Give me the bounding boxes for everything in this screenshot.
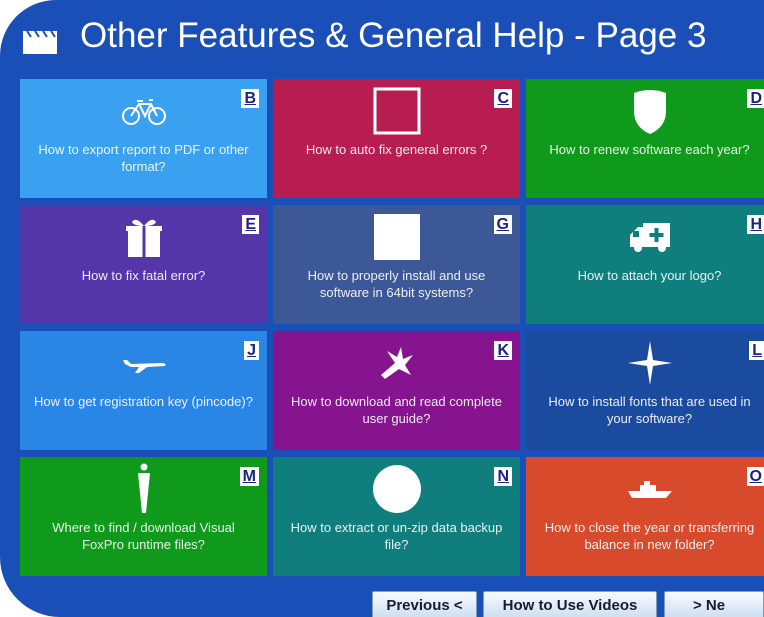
tile-64bit[interactable]: G How to properly install and use softwa… [273,205,520,324]
tile-auto-fix[interactable]: C How to auto fix general errors ? [273,79,520,198]
how-to-use-videos-button[interactable]: How to Use Videos [483,591,657,617]
tile-fatal-error[interactable]: E How to fix fatal error? [20,205,267,324]
tile-export-report[interactable]: B How to export report to PDF or other f… [20,79,267,198]
tile-renew[interactable]: D How to renew software each year? [526,79,764,198]
title-bar: Other Features & General Help - Page 3 [0,0,764,72]
tile-label: How to export report to PDF or other for… [38,142,249,174]
tile-label: How to extract or un-zip data backup fil… [290,520,503,552]
tile-user-guide[interactable]: K How to download and read complete user… [273,331,520,450]
compass-star-icon [526,337,764,389]
next-button[interactable]: > Ne [664,591,764,617]
tile-letter[interactable]: E [242,215,259,234]
tile-foxpro[interactable]: M Where to find / download Visual FoxPro… [20,457,267,576]
tile-label: How to attach your logo? [577,268,722,283]
airplane-icon [20,337,267,389]
tile-letter[interactable]: C [494,89,512,108]
ship-icon [526,463,764,515]
tile-unzip[interactable]: N How to extract or un-zip data backup f… [273,457,520,576]
shield-icon [526,85,764,137]
tile-fonts[interactable]: L How to install fonts that are used in … [526,331,764,450]
tile-letter[interactable]: O [746,467,764,486]
tile-letter[interactable]: M [239,467,259,486]
person-icon [20,463,267,515]
tile-registration[interactable]: J How to get registration key (pincode)? [20,331,267,450]
page-title: Other Features & General Help - Page 3 [80,16,707,55]
tile-letter[interactable]: G [493,215,512,234]
tile-label: How to close the year or transferring ba… [544,520,755,552]
tile-label: Where to find / download Visual FoxPro r… [52,520,235,552]
ambulance-icon [526,211,764,263]
tile-letter[interactable]: J [244,341,259,360]
bicycle-icon [20,85,267,137]
tile-letter[interactable]: K [494,341,512,360]
tile-label: How to get registration key (pincode)? [34,394,253,409]
previous-button[interactable]: Previous < [372,591,477,617]
square-outline-icon [273,85,520,137]
tile-close-year[interactable]: O How to close the year or transferring … [526,457,764,576]
tile-letter[interactable]: H [747,215,764,234]
tile-label: How to install fonts that are used in yo… [548,394,751,426]
help-window: Other Features & General Help - Page 3 B… [0,0,764,617]
gift-icon [20,211,267,263]
tile-letter[interactable]: B [241,89,259,108]
tile-label: How to properly install and use software… [307,268,486,300]
tile-logo[interactable]: H How to attach your logo? [526,205,764,324]
tile-letter[interactable]: L [749,341,764,360]
tile-label: How to download and read complete user g… [290,394,503,426]
bird-icon [273,337,520,389]
white-square-icon [273,211,520,263]
circle-icon [273,463,520,515]
clapperboard-icon [23,30,57,54]
tile-label: How to renew software each year? [549,142,750,157]
tile-label: How to fix fatal error? [81,268,206,283]
tile-letter[interactable]: D [747,89,764,108]
tile-letter[interactable]: N [494,467,512,486]
tile-label: How to auto fix general errors ? [305,142,488,157]
